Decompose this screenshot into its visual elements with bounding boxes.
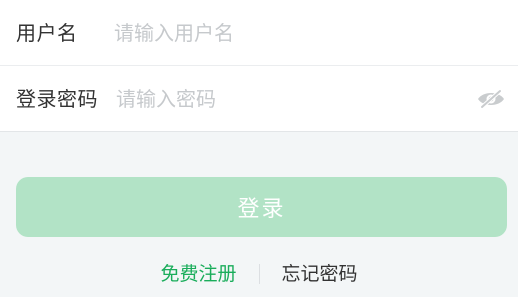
username-label: 用户名 (16, 20, 78, 45)
forgot-password-link[interactable]: 忘记密码 (282, 264, 358, 284)
login-form: 用户名 登录密码 (0, 0, 518, 132)
password-input[interactable] (116, 82, 456, 116)
username-input[interactable] (114, 15, 494, 50)
register-link[interactable]: 免费注册 (160, 264, 236, 284)
login-button[interactable]: 登录 (16, 177, 507, 237)
auth-links: 免费注册 忘记密码 (0, 256, 518, 292)
username-row: 用户名 (0, 0, 518, 66)
password-label: 登录密码 (16, 87, 98, 111)
eye-off-icon (478, 89, 504, 109)
password-visibility-toggle[interactable] (474, 86, 508, 112)
password-row: 登录密码 (0, 66, 518, 132)
links-divider (258, 264, 260, 284)
